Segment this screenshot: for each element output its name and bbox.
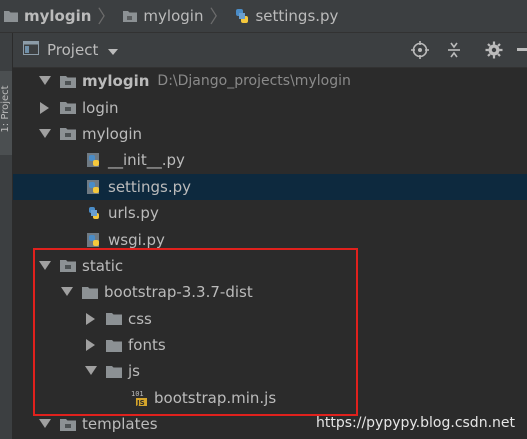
- navigation-bar: mylogin 〉 mylogin 〉 settings.py: [0, 0, 527, 33]
- tree-node-urls-py[interactable]: urls.py: [13, 200, 527, 226]
- collapsed-arrow-icon[interactable]: [83, 311, 99, 327]
- breadcrumb-label: mylogin: [24, 7, 92, 25]
- tree-node-init-py[interactable]: __init__.py: [13, 147, 527, 173]
- python-file-icon: [85, 204, 103, 222]
- collapse-all-icon[interactable]: [441, 37, 467, 63]
- tree-node-label: fonts: [128, 336, 166, 355]
- hide-panel-icon[interactable]: [517, 37, 527, 63]
- tree-node-label: login: [82, 98, 119, 117]
- tree-node-wsgi-py[interactable]: wsgi.py: [13, 226, 527, 252]
- breadcrumb-item-package[interactable]: mylogin: [117, 0, 207, 32]
- ide-window: mylogin 〉 mylogin 〉 settings.py 1: Proje…: [0, 0, 527, 439]
- python-file-icon: [233, 7, 251, 25]
- folder-icon: [105, 362, 123, 380]
- python-file-icon: [85, 178, 103, 196]
- package-folder-icon: [59, 99, 77, 117]
- folder-icon: [121, 7, 139, 25]
- package-folder-icon: [59, 125, 77, 143]
- collapsed-arrow-icon[interactable]: [37, 100, 53, 116]
- expanded-arrow-icon[interactable]: [37, 416, 53, 432]
- folder-icon: [2, 7, 20, 25]
- python-file-icon: [85, 231, 103, 249]
- tool-window-stripe: 1: Project: [0, 33, 13, 439]
- expanded-arrow-icon[interactable]: [59, 284, 75, 300]
- tree-node-path: D:\Django_projects\mylogin: [157, 73, 351, 90]
- tree-node-css[interactable]: css: [13, 306, 527, 332]
- module-folder-icon: [59, 415, 77, 433]
- tree-node-label: settings.py: [108, 177, 191, 196]
- javascript-file-icon: 101 JS: [131, 389, 149, 407]
- tree-node-mylogin-package[interactable]: mylogin: [13, 121, 527, 147]
- project-window-icon: [23, 41, 39, 59]
- svg-text:101: 101: [131, 390, 144, 398]
- tree-node-label: js: [128, 362, 140, 381]
- project-tree: mylogin D:\Django_projects\mylogin login…: [13, 68, 527, 437]
- tree-node-label: mylogin: [82, 72, 150, 91]
- breadcrumb-item-project[interactable]: mylogin: [0, 0, 95, 32]
- locate-target-icon[interactable]: [407, 37, 433, 63]
- svg-text:JS: JS: [136, 399, 145, 407]
- panel-toolbar: [399, 33, 527, 67]
- tree-node-label: mylogin: [82, 124, 143, 143]
- tree-node-bootstrap-dist[interactable]: bootstrap-3.3.7-dist: [13, 279, 527, 305]
- tree-node-label: bootstrap.min.js: [154, 388, 277, 407]
- expanded-arrow-icon[interactable]: [37, 258, 53, 274]
- tree-node-label: urls.py: [108, 204, 159, 223]
- module-folder-icon: [59, 257, 77, 275]
- tree-node-static[interactable]: static: [13, 253, 527, 279]
- project-view-selector[interactable]: Project: [23, 41, 119, 59]
- tree-node-root[interactable]: mylogin D:\Django_projects\mylogin: [13, 68, 527, 94]
- expanded-arrow-icon[interactable]: [37, 73, 53, 89]
- folder-icon: [105, 336, 123, 354]
- folder-icon: [105, 310, 123, 328]
- panel-title: Project: [47, 41, 99, 59]
- expanded-arrow-icon[interactable]: [37, 126, 53, 142]
- watermark-text: https://pypypy.blog.csdn.net: [315, 415, 515, 431]
- tree-node-label: css: [128, 309, 152, 328]
- dropdown-caret-icon: [108, 41, 119, 59]
- tree-node-settings-py[interactable]: settings.py: [13, 173, 527, 200]
- chevron-right-icon: 〉: [209, 7, 228, 28]
- chevron-right-icon: 〉: [97, 7, 116, 28]
- tree-node-label: __init__.py: [108, 151, 185, 170]
- tree-node-label: wsgi.py: [108, 230, 165, 249]
- tree-node-js[interactable]: js: [13, 358, 527, 384]
- tree-node-bootstrap-min-js[interactable]: 101 JS bootstrap.min.js: [13, 385, 527, 411]
- gear-icon[interactable]: [481, 37, 507, 63]
- folder-icon: [81, 283, 99, 301]
- tree-node-login[interactable]: login: [13, 94, 527, 120]
- tree-node-label: bootstrap-3.3.7-dist: [104, 283, 253, 302]
- breadcrumb-label: settings.py: [255, 7, 339, 25]
- project-panel-header: Project: [13, 33, 527, 68]
- breadcrumb-item-file[interactable]: settings.py: [229, 0, 342, 32]
- expanded-arrow-icon[interactable]: [83, 363, 99, 379]
- python-file-icon: [85, 151, 103, 169]
- tree-node-label: static: [82, 256, 124, 275]
- tree-node-label: templates: [82, 415, 158, 434]
- collapsed-arrow-icon[interactable]: [83, 337, 99, 353]
- module-folder-icon: [59, 72, 77, 90]
- project-tool-tab-label: 1: Project: [0, 85, 11, 133]
- breadcrumb-label: mylogin: [143, 7, 204, 25]
- tree-node-fonts[interactable]: fonts: [13, 332, 527, 358]
